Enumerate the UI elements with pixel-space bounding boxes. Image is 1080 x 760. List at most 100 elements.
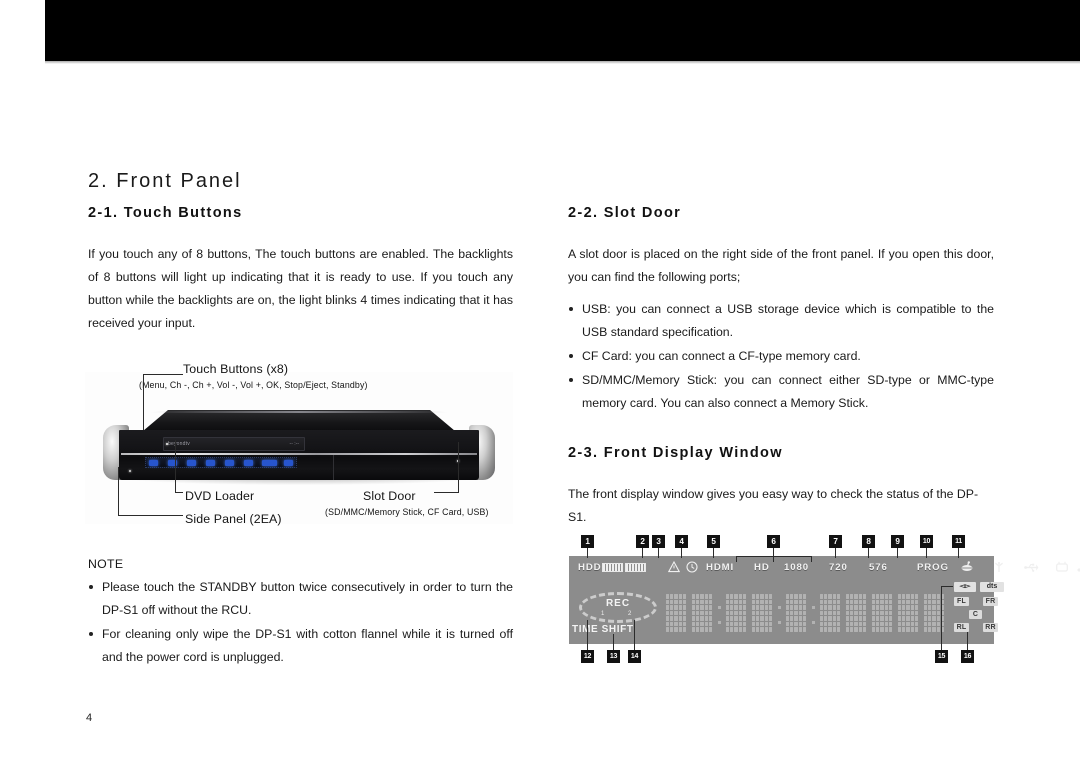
- touch-button-vol-minus[interactable]: [206, 460, 215, 466]
- dot-matrix-cell: [726, 605, 730, 610]
- dot-matrix-cell: [794, 594, 798, 599]
- dot-matrix-cell: [924, 605, 928, 610]
- list-item: SD/MMC/Memory Stick: you can connect eit…: [568, 369, 994, 415]
- touch-button-standby[interactable]: [284, 460, 293, 466]
- leader-line: [434, 492, 459, 493]
- section-heading-slot-door: 2-2. Slot Door: [568, 205, 682, 221]
- dot-matrix-cell: [696, 621, 700, 627]
- list-item: For cleaning only wipe the DP-S1 with co…: [88, 623, 513, 669]
- dot-matrix-cell: [828, 594, 832, 599]
- dot-matrix-cell: [738, 621, 742, 627]
- dot-matrix-character: [786, 594, 806, 632]
- dot-matrix-cell: [738, 594, 742, 599]
- dot-matrix-cell: [674, 610, 678, 616]
- dot-matrix-cell: [752, 594, 756, 599]
- dot-matrix-cell: [854, 610, 858, 616]
- side-panel-led: [129, 470, 131, 472]
- dot-matrix-cell: [678, 599, 682, 605]
- dot-matrix-cell: [854, 627, 858, 632]
- dot-matrix-cell: [794, 599, 798, 605]
- leader-line: [175, 440, 176, 492]
- dot-matrix-cell: [936, 594, 940, 599]
- dot-matrix-cell: [760, 616, 764, 621]
- callout-dvd-loader: DVD Loader: [185, 489, 255, 503]
- dot-matrix-cell: [910, 599, 914, 605]
- leader-line: [587, 548, 588, 558]
- dot-matrix-cell: [914, 599, 918, 605]
- dot-matrix-cell: [666, 616, 670, 621]
- dot-matrix-cell: [854, 599, 858, 605]
- dot-matrix-cell: [696, 616, 700, 621]
- dot-matrix-cell: [756, 605, 760, 610]
- dot-matrix-cell: [678, 621, 682, 627]
- leader-line: [941, 586, 942, 650]
- usb-icon: [1024, 562, 1039, 573]
- dot-matrix-cell: [836, 599, 840, 605]
- label-hd: HD: [754, 562, 770, 573]
- speaker-indicator-rl: RL: [954, 623, 969, 632]
- dot-matrix-cell: [682, 627, 686, 632]
- leader-line: [897, 548, 898, 558]
- dot-matrix-cell: [760, 621, 764, 627]
- dot-matrix-cell: [824, 605, 828, 610]
- manual-page: 2. Front Panel 2-1. Touch Buttons If you…: [0, 0, 1080, 760]
- touch-button-menu[interactable]: [149, 460, 158, 466]
- leader-line: [118, 515, 183, 516]
- dot-matrix-cell: [760, 599, 764, 605]
- dot-matrix-cell: [726, 594, 730, 599]
- dot-matrix-cell: [742, 599, 746, 605]
- dot-matrix-cell: [876, 627, 880, 632]
- dot-matrix-cell: [850, 599, 854, 605]
- dot-matrix-cell: [666, 605, 670, 610]
- dot-matrix-cell: [734, 594, 738, 599]
- dot-matrix-cell: [936, 621, 940, 627]
- label-resolution-720: 720: [829, 562, 848, 573]
- leader-line: [613, 634, 614, 650]
- dot-matrix-cell: [850, 616, 854, 621]
- dot-matrix-display: [666, 594, 950, 632]
- dot-matrix-cell: [786, 610, 790, 616]
- touch-button-ch-plus[interactable]: [187, 460, 196, 466]
- dot-matrix-cell: [914, 610, 918, 616]
- dot-matrix-cell: [906, 599, 910, 605]
- dot-matrix-cell: [858, 621, 862, 627]
- dot-matrix-cell: [898, 627, 902, 632]
- dot-matrix-cell: [764, 616, 768, 621]
- dot-matrix-cell: [884, 627, 888, 632]
- dot-matrix-cell: [756, 627, 760, 632]
- dot-matrix-cell: [794, 605, 798, 610]
- dot-matrix-cell: [760, 627, 764, 632]
- callout-number-14: 14: [628, 650, 641, 663]
- dot-matrix-cell: [862, 616, 866, 621]
- leader-line: [958, 548, 959, 558]
- dot-matrix-cell: [700, 621, 704, 627]
- dot-matrix-cell: [734, 605, 738, 610]
- dot-matrix-cell: [790, 610, 794, 616]
- dot-matrix-cell: [742, 610, 746, 616]
- dot-matrix-cell: [674, 627, 678, 632]
- list-item: CF Card: you can connect a CF-type memor…: [568, 345, 994, 368]
- dot-matrix-cell: [752, 605, 756, 610]
- dot-matrix-cell: [872, 594, 876, 599]
- callout-slot-door-sub: (SD/MMC/Memory Stick, CF Card, USB): [325, 507, 489, 517]
- callout-side-panel: Side Panel (2EA): [185, 512, 282, 526]
- touch-button-ok[interactable]: [244, 460, 253, 466]
- dot-matrix-cell: [700, 627, 704, 632]
- dot-matrix-cell: [862, 599, 866, 605]
- section-heading-touch-buttons: 2-1. Touch Buttons: [88, 205, 243, 221]
- dot-matrix-cell: [726, 627, 730, 632]
- leader-line: [941, 586, 953, 587]
- touch-button-stop-eject[interactable]: [262, 460, 277, 466]
- header-black-band: [45, 0, 1080, 61]
- dot-matrix-cell: [924, 627, 928, 632]
- dot-matrix-cell: [836, 605, 840, 610]
- dot-matrix-cell: [794, 616, 798, 621]
- dot-matrix-cell: [820, 616, 824, 621]
- leader-line: [811, 556, 812, 562]
- dot-matrix-cell: [764, 599, 768, 605]
- dot-matrix-cell: [910, 605, 914, 610]
- leader-line: [926, 548, 927, 558]
- callout-number-10: 10: [920, 535, 933, 548]
- dot-matrix-cell: [884, 616, 888, 621]
- touch-button-vol-plus[interactable]: [225, 460, 234, 466]
